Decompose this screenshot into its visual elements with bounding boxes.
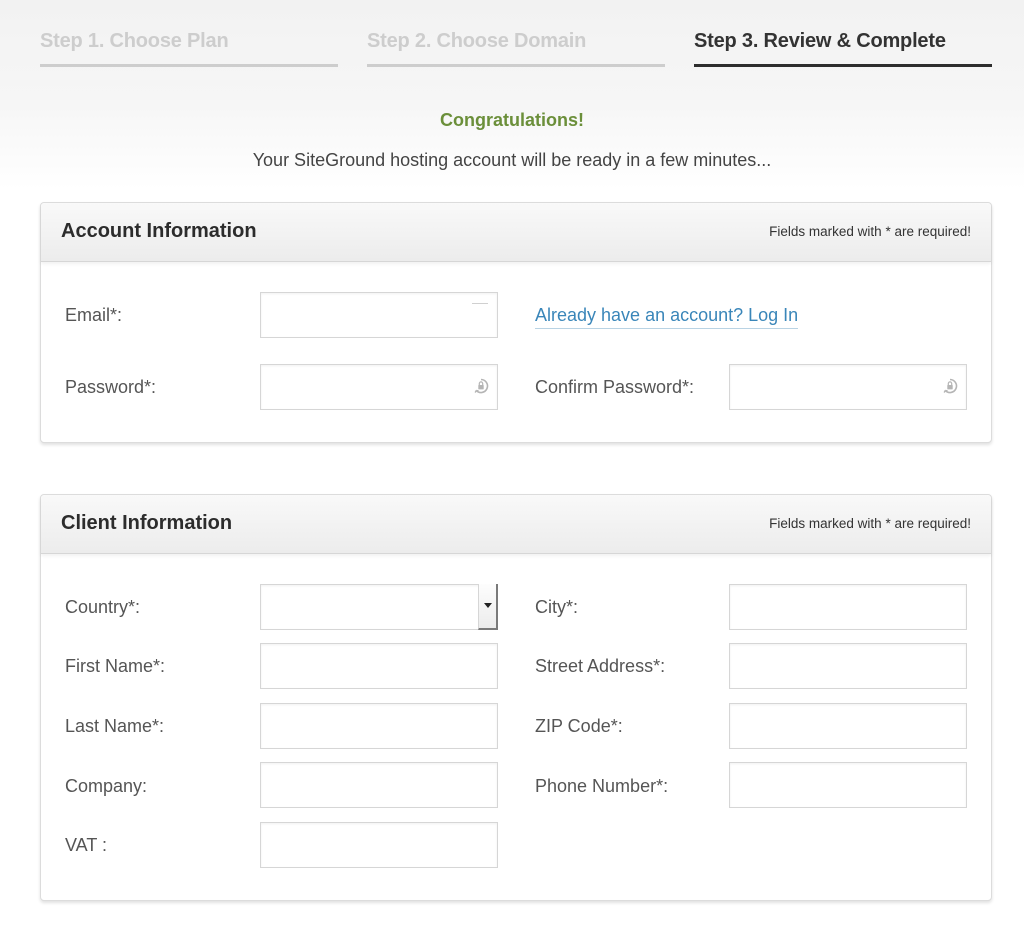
phone-number-input[interactable]	[729, 762, 967, 808]
client-information-panel: Client Information Fields marked with * …	[40, 494, 992, 901]
last-name-input[interactable]	[260, 703, 498, 749]
password-manager-lock-icon[interactable]	[942, 378, 958, 394]
zip-code-input[interactable]	[729, 703, 967, 749]
confirm-password-input[interactable]	[729, 364, 967, 410]
zip-code-label: ZIP Code*:	[535, 716, 623, 736]
step-review-complete: Step 3. Review & Complete	[694, 30, 992, 68]
checkout-steps: Step 1. Choose Plan Step 2. Choose Domai…	[0, 0, 1024, 80]
panel-title: Client Information	[61, 512, 233, 534]
confirm-password-field-wrapper	[729, 364, 967, 410]
first-name-label: First Name*:	[65, 656, 166, 676]
country-select-box[interactable]	[260, 584, 498, 630]
step-choose-plan[interactable]: Step 1. Choose Plan	[40, 30, 338, 68]
step-progress-bar	[694, 64, 992, 67]
email-input[interactable]	[260, 292, 498, 338]
street-address-input[interactable]	[729, 643, 967, 689]
first-name-input[interactable]	[260, 643, 498, 689]
vat-input[interactable]	[260, 822, 498, 868]
email-label: Email*:	[65, 305, 123, 325]
country-label: Country*:	[65, 597, 141, 617]
phone-number-label: Phone Number*:	[535, 776, 669, 796]
caret-down-icon	[484, 603, 492, 608]
required-fields-note: Fields marked with * are required!	[769, 224, 971, 239]
vat-label: VAT :	[65, 835, 108, 855]
country-select[interactable]	[260, 584, 498, 630]
company-label: Company:	[65, 776, 148, 796]
last-name-label: Last Name*:	[65, 716, 165, 736]
step-label: Step 1. Choose Plan	[40, 30, 229, 52]
account-information-panel: Account Information Fields marked with *…	[40, 202, 992, 443]
panel-header: Account Information Fields marked with *…	[41, 203, 991, 262]
step-choose-domain[interactable]: Step 2. Choose Domain	[367, 30, 665, 68]
panel-header: Client Information Fields marked with * …	[41, 495, 991, 554]
confirm-password-label: Confirm Password*:	[535, 377, 695, 397]
required-fields-note: Fields marked with * are required!	[769, 516, 971, 531]
password-field-wrapper	[260, 364, 498, 410]
street-address-label: Street Address*:	[535, 656, 666, 676]
password-manager-lock-icon[interactable]	[473, 378, 489, 394]
input-decoration	[472, 303, 488, 304]
city-input[interactable]	[729, 584, 967, 630]
password-label: Password*:	[65, 377, 157, 397]
city-label: City*:	[535, 597, 579, 617]
password-input[interactable]	[260, 364, 498, 410]
panel-title: Account Information	[61, 220, 257, 242]
company-input[interactable]	[260, 762, 498, 808]
account-ready-message: Your SiteGround hosting account will be …	[252, 150, 772, 170]
step-label: Step 3. Review & Complete	[694, 30, 946, 52]
step-progress-bar	[40, 64, 338, 67]
congratulations-heading: Congratulations!	[440, 110, 584, 130]
step-label: Step 2. Choose Domain	[367, 30, 587, 52]
login-link[interactable]: Already have an account? Log In	[535, 305, 799, 329]
email-field-wrapper	[260, 292, 498, 338]
step-progress-bar	[367, 64, 665, 67]
country-dropdown-button[interactable]	[478, 584, 498, 630]
